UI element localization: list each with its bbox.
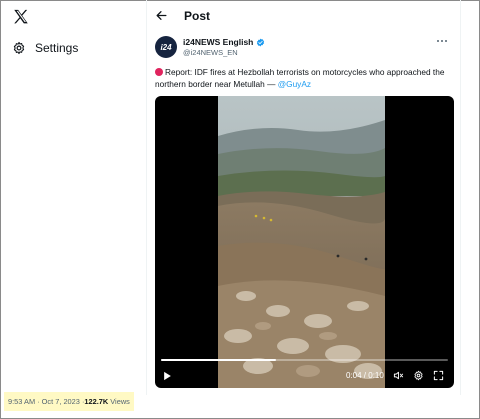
avatar-text: i24	[160, 42, 172, 52]
play-icon[interactable]	[163, 371, 172, 381]
post-meta: 9:53 AM · Oct 7, 2023 · 122.7K Views	[4, 392, 134, 411]
views-label: Views	[110, 397, 130, 406]
nav-settings-label: Settings	[35, 41, 79, 55]
video-progress-fill	[161, 359, 276, 361]
video-frame-image	[218, 96, 385, 388]
video-time: 0:04 / 0:10	[346, 371, 384, 380]
views-count: 122.7K	[84, 397, 109, 406]
post-header: Post	[147, 0, 460, 32]
video-frame	[218, 96, 385, 388]
more-options-icon[interactable]	[436, 38, 448, 44]
mention-link[interactable]: @GuyAz	[278, 79, 311, 89]
post-text: Report: IDF fires at Hezbollah terrorist…	[155, 66, 455, 90]
page-title: Post	[184, 9, 211, 23]
video-player[interactable]: 0:04 / 0:10	[155, 96, 454, 388]
back-arrow-icon[interactable]	[155, 9, 168, 22]
author-handle[interactable]: @i24NEWS_EN	[183, 48, 238, 57]
nav-settings[interactable]: Settings	[12, 39, 78, 57]
gear-icon	[13, 41, 25, 55]
author-name-row[interactable]: i24NEWS English	[183, 37, 265, 47]
volume-icon[interactable]	[393, 370, 404, 381]
red-circle-emoji-icon	[155, 68, 163, 76]
x-logo-icon[interactable]	[12, 8, 30, 26]
video-progress-bar[interactable]	[161, 359, 448, 361]
settings-gear-icon[interactable]	[413, 370, 424, 381]
post-timestamp[interactable]: 9:53 AM · Oct 7, 2023 ·	[8, 397, 84, 406]
fullscreen-icon[interactable]	[433, 370, 444, 381]
avatar[interactable]: i24	[155, 36, 177, 58]
author-name: i24NEWS English	[183, 37, 254, 47]
post-column: Post i24 i24NEWS English @i24NEWS_EN Rep…	[146, 0, 461, 395]
verified-badge-icon	[257, 38, 265, 46]
